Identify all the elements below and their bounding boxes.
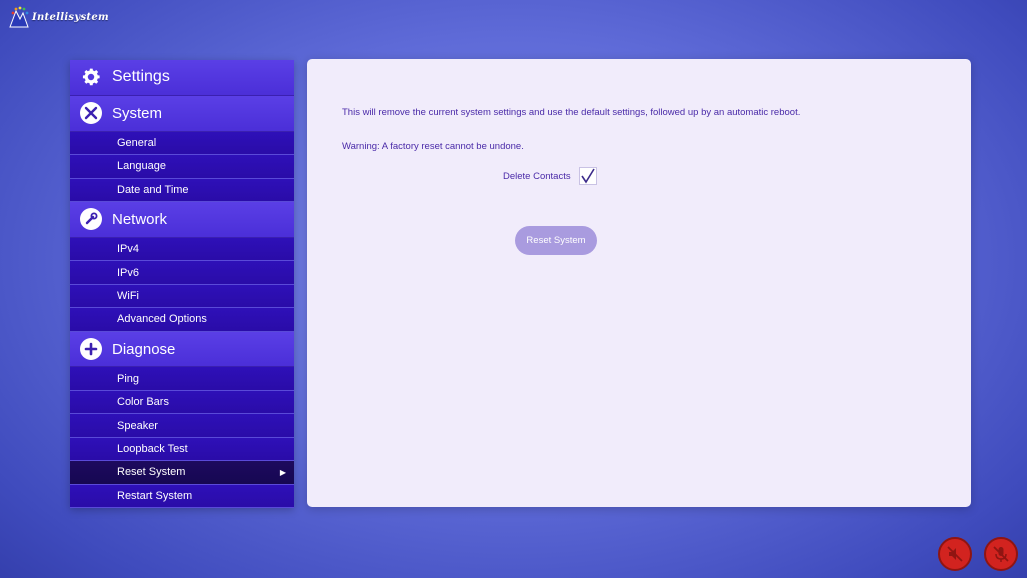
plus-icon — [80, 338, 102, 361]
sidebar-item-restart-system[interactable]: Restart System — [70, 484, 294, 508]
sidebar-item-label: General — [117, 136, 157, 149]
reset-warning: Warning: A factory reset cannot be undon… — [342, 141, 524, 152]
logo-rainbow-icon — [9, 6, 29, 28]
section-network[interactable]: Network — [70, 202, 294, 238]
sidebar-item-label: Speaker — [117, 419, 158, 432]
tools-icon — [80, 102, 102, 125]
section-system[interactable]: System — [70, 95, 294, 132]
sidebar-item-label: Date and Time — [117, 183, 189, 196]
sidebar-item-general[interactable]: General — [70, 131, 294, 156]
sidebar-item-label: Reset System — [117, 466, 186, 479]
sidebar-item-label: WiFi — [117, 289, 139, 302]
sidebar-item-label: Advanced Options — [117, 313, 207, 326]
reset-system-panel: This will remove the current system sett… — [307, 59, 971, 507]
section-network-label: Network — [112, 210, 168, 228]
sidebar-title: Settings — [70, 60, 294, 96]
settings-sidebar: Settings System General Language Date an… — [70, 60, 294, 508]
gear-icon — [80, 66, 102, 88]
sidebar-item-ipv4[interactable]: IPv4 — [70, 237, 294, 262]
speaker-mute-button[interactable] — [938, 537, 972, 571]
sidebar-item-label: Restart System — [117, 489, 193, 502]
reset-system-button[interactable]: Reset System — [515, 226, 597, 255]
sidebar-item-reset-system[interactable]: Reset System ▶ — [70, 461, 294, 485]
sidebar-item-label: Color Bars — [117, 396, 169, 409]
delete-contacts-row: Delete Contacts — [503, 167, 597, 185]
sidebar-item-language[interactable]: Language — [70, 155, 294, 179]
sidebar-item-date-and-time[interactable]: Date and Time — [70, 178, 294, 203]
chevron-right-icon: ▶ — [279, 467, 286, 477]
speaker-mute-icon — [947, 546, 963, 562]
sidebar-item-label: IPv4 — [117, 243, 140, 256]
delete-contacts-label: Delete Contacts — [503, 170, 571, 182]
sidebar-title-label: Settings — [112, 68, 170, 86]
sidebar-item-advanced-options[interactable]: Advanced Options — [70, 308, 294, 332]
logo: Intellisystem — [8, 4, 109, 30]
sidebar-item-wifi[interactable]: WiFi — [70, 284, 294, 309]
microphone-mute-button[interactable] — [984, 537, 1018, 571]
checkmark-icon — [580, 168, 595, 184]
microphone-mute-icon — [993, 546, 1009, 562]
sidebar-item-color-bars[interactable]: Color Bars — [70, 390, 294, 415]
section-diagnose-label: Diagnose — [112, 340, 176, 358]
sidebar-item-speaker[interactable]: Speaker — [70, 414, 294, 438]
sidebar-item-loopback-test[interactable]: Loopback Test — [70, 437, 294, 462]
wrench-icon — [80, 208, 102, 231]
sidebar-item-ipv6[interactable]: IPv6 — [70, 261, 294, 285]
reset-description: This will remove the current system sett… — [342, 107, 801, 118]
logo-text: Intellisystem — [32, 11, 109, 23]
delete-contacts-checkbox[interactable] — [578, 167, 597, 185]
section-system-label: System — [112, 104, 163, 122]
sidebar-item-label: Loopback Test — [117, 442, 188, 455]
sidebar-item-label: Language — [117, 160, 166, 173]
sidebar-item-label: IPv6 — [117, 266, 140, 279]
sidebar-item-label: Ping — [117, 372, 140, 385]
sidebar-item-ping[interactable]: Ping — [70, 367, 294, 391]
section-diagnose[interactable]: Diagnose — [70, 331, 294, 368]
